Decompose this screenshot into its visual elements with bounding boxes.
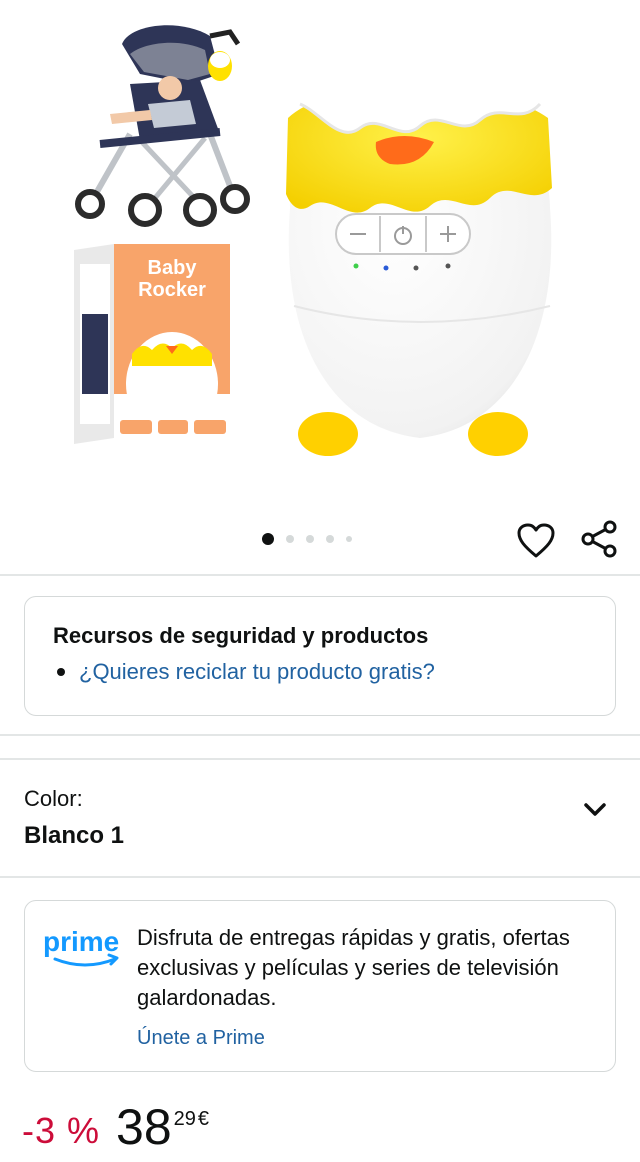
carousel-dot-1[interactable] [262,533,274,545]
product-box-image: Baby Rocker [74,244,230,444]
price-fraction: 29 [173,1108,196,1130]
discount-percentage: -3 % [22,1110,101,1151]
price-row: -3 % 38 29 € [22,1098,209,1156]
prime-logo: prime [43,926,119,967]
prime-promo-card: prime Disfruta de entregas rápidas y gra… [24,900,616,1072]
recycle-list-item: ¿Quieres reciclar tu producto gratis? [57,659,435,685]
price-currency: € [197,1108,210,1130]
prime-logo-text: prime [43,926,119,957]
stroller-image [75,25,250,227]
price-whole: 38 [116,1099,172,1155]
carousel-indicator [262,533,352,545]
prime-description: Disfruta de entregas rápidas y gratis, o… [137,925,570,1010]
divider [0,734,640,736]
safety-title: Recursos de seguridad y productos [53,623,429,648]
box-brand-line1: Baby [148,257,198,279]
divider [0,758,640,760]
share-icon[interactable] [578,518,620,560]
color-label: Color: [24,786,83,811]
carousel-dot-5[interactable] [346,536,352,542]
join-prime-link[interactable]: Únete a Prime [137,1027,265,1050]
chevron-down-icon[interactable] [578,796,612,824]
carousel-dot-2[interactable] [286,535,294,543]
divider [0,876,640,878]
bullet-icon [57,668,65,676]
box-brand-line2: Rocker [138,279,206,301]
color-value: Blanco 1 [24,822,125,849]
heart-icon[interactable] [516,522,556,560]
product-image-gallery[interactable]: Baby Rocker [0,0,640,558]
carousel-dot-4[interactable] [326,535,334,543]
divider [0,574,640,576]
carousel-dot-3[interactable] [306,535,314,543]
egg-rocker-image [286,8,552,456]
recycle-link[interactable]: ¿Quieres reciclar tu producto gratis? [79,659,435,685]
safety-resources-card: Recursos de seguridad y productos ¿Quier… [24,596,616,716]
